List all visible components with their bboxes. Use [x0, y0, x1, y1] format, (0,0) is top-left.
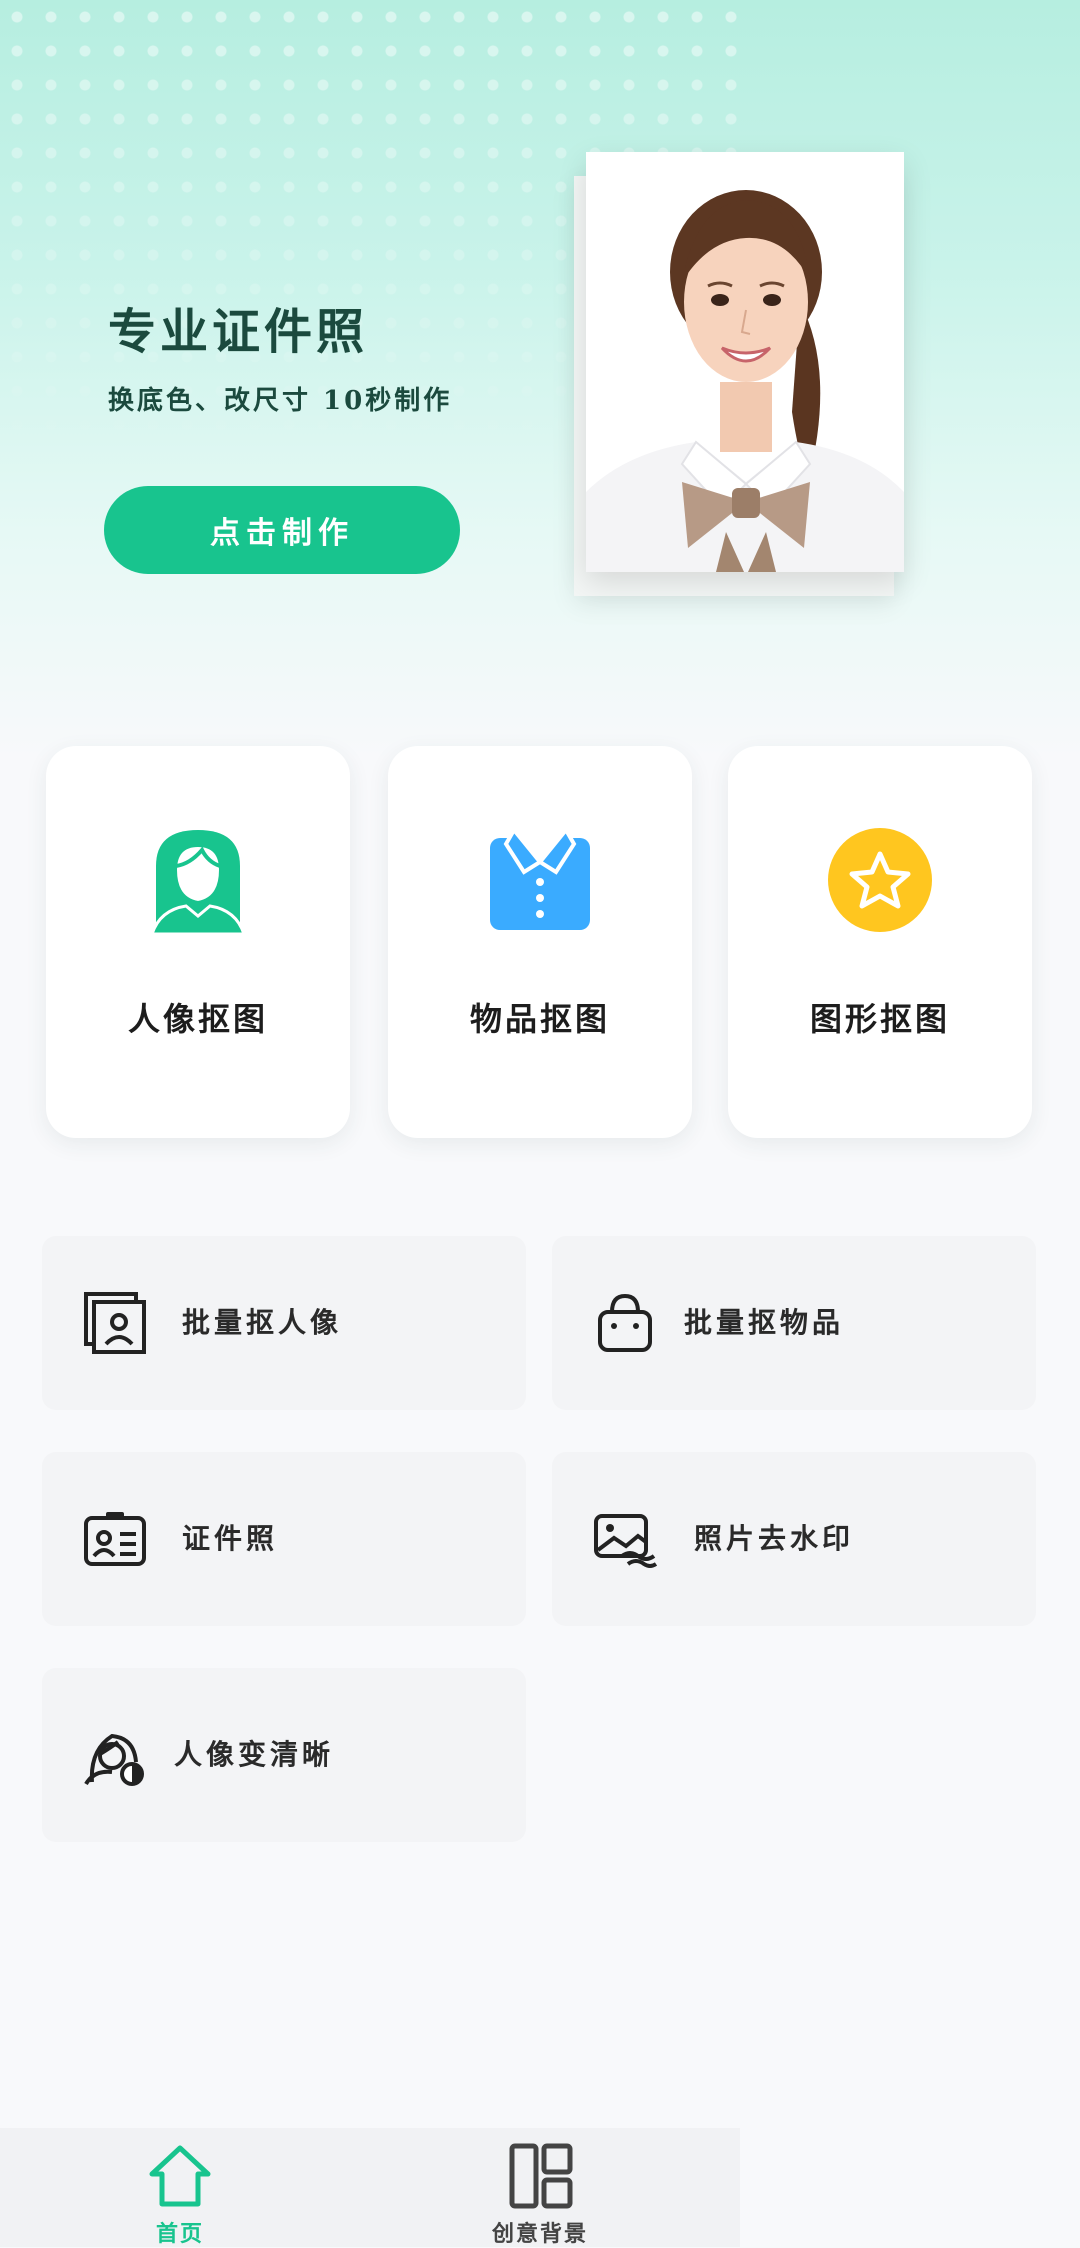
home-icon: [149, 2145, 211, 2207]
bottom-tab-bar: 首页 创意背景: [0, 2128, 740, 2247]
tool-batch-portrait[interactable]: 批量抠人像: [42, 1236, 526, 1410]
id-card-icon: [84, 1512, 146, 1566]
card-label: 图形抠图: [809, 1000, 950, 1038]
face-enhance-icon: [84, 1733, 144, 1786]
image-wave-icon: [594, 1514, 658, 1568]
tool-enhance-portrait[interactable]: 人像变清晰: [42, 1668, 526, 1842]
star-badge-icon: [828, 828, 932, 932]
shopping-bag-icon: [598, 1293, 652, 1352]
tool-label: 人像变清晰: [174, 1738, 335, 1771]
tool-label: 批量抠人像: [182, 1306, 343, 1339]
portrait-frames-icon: [84, 1292, 146, 1354]
person-silhouette-icon: [149, 830, 247, 936]
shirt-icon: [490, 826, 590, 930]
card-label: 物品抠图: [469, 1000, 610, 1038]
portrait-illustration: [586, 152, 904, 572]
tab-home[interactable]: 首页: [80, 2128, 280, 2247]
make-id-photo-button[interactable]: 点击制作: [104, 486, 460, 574]
tool-batch-object[interactable]: 批量抠物品: [552, 1236, 1036, 1410]
sample-id-photo: [586, 152, 904, 572]
tool-remove-watermark[interactable]: 照片去水印: [552, 1452, 1036, 1626]
tab-home-label: 首页: [155, 2221, 204, 2247]
tool-label: 照片去水印: [694, 1522, 855, 1555]
tab-creative-label: 创意背景: [491, 2221, 588, 2247]
card-portrait-cutout[interactable]: 人像抠图: [46, 746, 350, 1138]
hero-subtitle: 换底色、改尺寸 10秒制作: [108, 386, 453, 416]
card-label: 人像抠图: [127, 1000, 268, 1038]
tool-id-photo[interactable]: 证件照: [42, 1452, 526, 1626]
tool-label: 证件照: [182, 1522, 279, 1555]
tab-creative-background[interactable]: 创意背景: [440, 2128, 640, 2247]
card-object-cutout[interactable]: 物品抠图: [388, 746, 692, 1138]
hero-title: 专业证件照: [108, 304, 369, 360]
tool-label: 批量抠物品: [684, 1306, 845, 1339]
card-shape-cutout[interactable]: 图形抠图: [728, 746, 1032, 1138]
layout-grid-icon: [509, 2143, 573, 2209]
